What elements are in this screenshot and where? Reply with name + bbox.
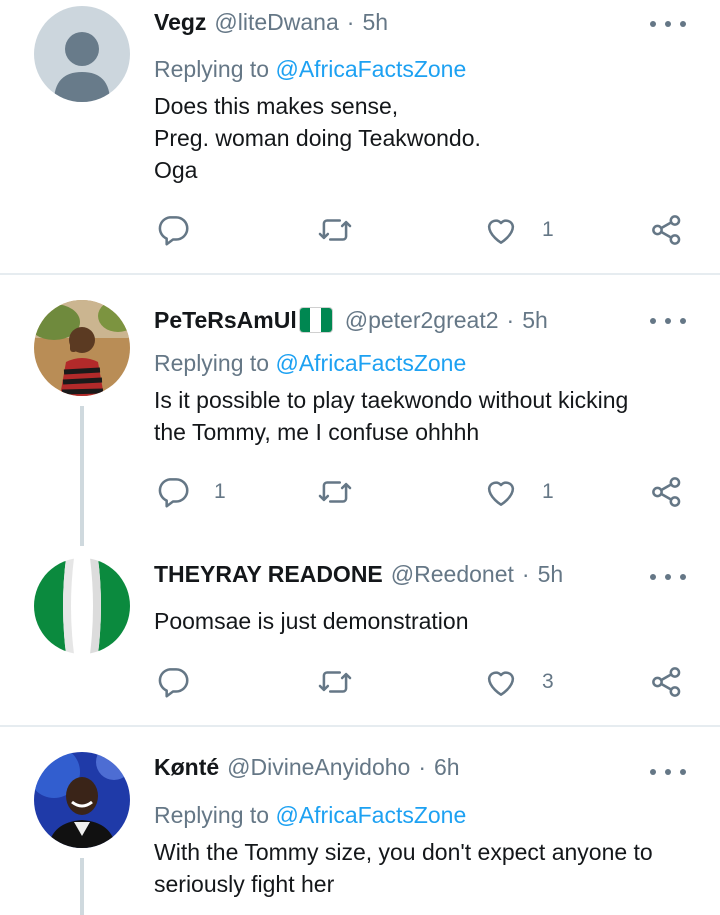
more-options-icon[interactable]: [650, 14, 686, 34]
reply-button[interactable]: [154, 210, 214, 250]
user-avatar[interactable]: [34, 300, 130, 396]
reply-icon: [158, 478, 189, 508]
timestamp[interactable]: 5h: [362, 9, 388, 36]
separator-dot: ·: [418, 753, 427, 780]
user-handle[interactable]: @peter2great2: [345, 307, 499, 334]
share-icon: [652, 477, 681, 507]
replying-to-link[interactable]: @AfricaFactsZone: [275, 802, 466, 828]
timestamp[interactable]: 6h: [434, 754, 460, 781]
like-count: 1: [542, 480, 554, 503]
user-handle[interactable]: @liteDwana: [214, 9, 338, 36]
display-name[interactable]: Vegz: [154, 9, 206, 36]
replying-to: Replying to @AfricaFactsZone: [154, 56, 466, 83]
user-avatar[interactable]: [34, 752, 130, 848]
tweet-text: Is it possible to play taekwondo without…: [154, 387, 629, 445]
replying-to: Replying to @AfricaFactsZone: [154, 350, 466, 377]
default-avatar[interactable]: [34, 6, 130, 102]
heart-icon: [487, 219, 515, 244]
reply-button[interactable]: 1: [154, 472, 226, 512]
tweet-header: PeTeRsAmUl @peter2great2 · 5h: [154, 305, 548, 335]
tweet-konte[interactable]: Kønté @DivineAnyidoho · 6h Replying to @…: [0, 727, 720, 915]
reply-button[interactable]: [154, 662, 214, 702]
like-button[interactable]: 1: [482, 472, 554, 512]
retweet-button[interactable]: [316, 210, 376, 250]
user-avatar[interactable]: [34, 558, 130, 654]
retweet-icon: [318, 671, 352, 693]
share-icon: [652, 667, 681, 697]
nigeria-flag-photo: [34, 558, 130, 654]
tweet-text: Does this makes sense, Preg. woman doing…: [154, 93, 481, 183]
display-name[interactable]: PeTeRsAmUl: [154, 307, 297, 334]
reply-icon: [158, 668, 189, 698]
like-button[interactable]: 1: [482, 210, 554, 250]
heart-icon: [487, 481, 515, 506]
user-handle[interactable]: @DivineAnyidoho: [227, 754, 410, 781]
tweet-header: Vegz @liteDwana · 5h: [154, 7, 388, 37]
separator-dot: ·: [346, 8, 355, 35]
retweet-button[interactable]: [316, 662, 376, 702]
thread-line: [80, 858, 84, 915]
tweet-petersamul[interactable]: PeTeRsAmUl @peter2great2 · 5h Replying t…: [0, 275, 720, 555]
user-handle[interactable]: @Reedonet: [391, 561, 514, 588]
profile-photo: [34, 752, 130, 848]
tweet-theyray-readone[interactable]: THEYRAY READONE @Reedonet · 5h Poomsae i…: [0, 555, 720, 725]
heart-icon: [487, 671, 515, 696]
replying-prefix: Replying to: [154, 350, 270, 376]
replying-to-link[interactable]: @AfricaFactsZone: [275, 350, 466, 376]
profile-photo: [34, 300, 130, 396]
more-options-icon[interactable]: [650, 567, 686, 587]
more-options-icon[interactable]: [650, 762, 686, 782]
person-silhouette-icon: [54, 32, 110, 102]
display-name[interactable]: THEYRAY READONE: [154, 561, 383, 588]
replying-to-link[interactable]: @AfricaFactsZone: [275, 56, 466, 82]
display-name[interactable]: Kønté: [154, 754, 219, 781]
share-button[interactable]: [648, 472, 686, 512]
nigeria-flag-icon: [298, 307, 333, 333]
tweet-actions: 1 1: [154, 472, 694, 512]
replying-prefix: Replying to: [154, 802, 270, 828]
share-button[interactable]: [648, 662, 686, 702]
tweet-actions: 1: [154, 210, 694, 250]
tweet-actions: 3: [154, 662, 694, 702]
like-button[interactable]: 3: [482, 662, 554, 702]
retweet-icon: [318, 219, 352, 241]
reply-count: 1: [214, 480, 226, 503]
timestamp[interactable]: 5h: [522, 307, 548, 334]
separator-dot: ·: [521, 560, 530, 587]
thread-line: [80, 406, 84, 546]
share-icon: [652, 215, 681, 245]
like-count: 1: [542, 218, 554, 241]
tweet-header: THEYRAY READONE @Reedonet · 5h: [154, 559, 563, 589]
more-options-icon[interactable]: [650, 311, 686, 331]
retweet-button[interactable]: [316, 472, 376, 512]
tweet-header: Kønté @DivineAnyidoho · 6h: [154, 752, 460, 782]
reply-icon: [158, 216, 189, 246]
replying-prefix: Replying to: [154, 56, 270, 82]
retweet-icon: [318, 481, 352, 503]
timestamp[interactable]: 5h: [538, 561, 564, 588]
replying-to: Replying to @AfricaFactsZone: [154, 802, 466, 829]
like-count: 3: [542, 670, 554, 693]
tweet-text: Poomsae is just demonstration: [154, 608, 469, 634]
share-button[interactable]: [648, 210, 686, 250]
tweet-vegz[interactable]: Vegz @liteDwana · 5h Replying to @Africa…: [0, 0, 720, 274]
separator-dot: ·: [506, 306, 515, 333]
tweet-text: With the Tommy size, you don't expect an…: [154, 839, 653, 897]
